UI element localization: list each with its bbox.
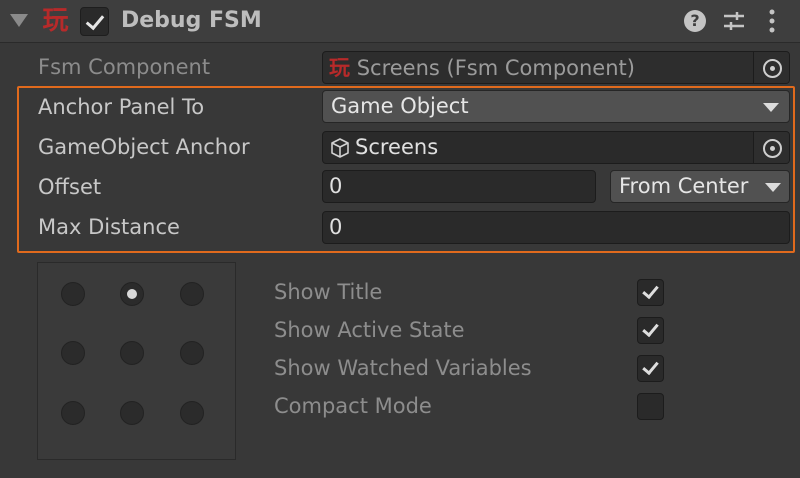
anchor-position-grid <box>37 262 236 460</box>
help-icon[interactable]: ? <box>684 10 706 32</box>
fsm-component-value: Screens (Fsm Component) <box>356 56 635 80</box>
anchor-dot-bottom-center[interactable] <box>120 401 144 425</box>
anchor-panel-to-dropdown[interactable]: Game Object <box>322 90 790 123</box>
show-watched-variables-checkbox[interactable] <box>637 355 664 382</box>
max-distance-label: Max Distance <box>38 215 180 239</box>
compact-mode-label: Compact Mode <box>274 394 432 418</box>
presets-icon[interactable] <box>722 9 746 33</box>
show-title-checkbox[interactable] <box>637 279 664 306</box>
offset-input[interactable]: 0 <box>322 170 596 203</box>
object-picker-icon <box>763 139 782 158</box>
object-picker-icon <box>763 59 782 78</box>
playmaker-small-icon: 玩 <box>329 55 350 80</box>
fsm-component-label: Fsm Component <box>38 55 211 79</box>
gameobject-anchor-value: Screens <box>355 135 439 159</box>
checkmark-icon <box>642 357 659 376</box>
offset-mode-dropdown[interactable]: From Center <box>610 170 790 203</box>
component-header: 玩 Debug FSM ? <box>0 0 800 43</box>
anchor-dot-middle-right[interactable] <box>180 341 204 365</box>
anchor-dot-middle-left[interactable] <box>61 341 85 365</box>
checkmark-icon <box>85 10 105 31</box>
dropdown-arrow-icon <box>763 103 779 112</box>
show-active-state-checkbox[interactable] <box>637 317 664 344</box>
offset-label: Offset <box>38 175 102 199</box>
dropdown-arrow-icon <box>765 183 781 192</box>
compact-mode-checkbox[interactable] <box>637 393 664 420</box>
anchor-panel-to-label: Anchor Panel To <box>38 95 205 119</box>
offset-mode-value: From Center <box>619 174 749 198</box>
gameobject-anchor-label: GameObject Anchor <box>38 135 250 159</box>
checkmark-icon <box>642 319 659 338</box>
max-distance-input[interactable]: 0 <box>322 211 790 244</box>
component-enabled-checkbox[interactable] <box>80 7 109 36</box>
checkmark-icon <box>642 281 659 300</box>
show-title-label: Show Title <box>274 280 383 304</box>
anchor-dot-top-center[interactable] <box>120 282 144 306</box>
show-watched-variables-label: Show Watched Variables <box>274 356 532 380</box>
anchor-dot-bottom-right[interactable] <box>180 401 204 425</box>
anchor-dot-top-right[interactable] <box>180 282 204 306</box>
anchor-dot-bottom-left[interactable] <box>61 401 85 425</box>
gameobject-anchor-picker-button[interactable] <box>753 132 789 163</box>
anchor-panel-to-value: Game Object <box>331 94 469 118</box>
foldout-arrow-icon[interactable] <box>10 14 28 27</box>
gameobject-cube-icon <box>331 138 349 158</box>
anchor-dot-middle-center[interactable] <box>120 341 144 365</box>
playmaker-logo-icon: 玩 <box>42 6 69 36</box>
gameobject-anchor-field[interactable]: Screens <box>322 131 790 164</box>
kebab-menu-icon[interactable] <box>760 8 784 34</box>
component-title: Debug FSM <box>121 8 262 33</box>
fsm-component-field[interactable]: 玩 Screens (Fsm Component) <box>322 51 790 84</box>
show-active-state-label: Show Active State <box>274 318 465 342</box>
anchor-dot-top-left[interactable] <box>61 282 85 306</box>
fsm-component-picker-button[interactable] <box>753 52 789 83</box>
